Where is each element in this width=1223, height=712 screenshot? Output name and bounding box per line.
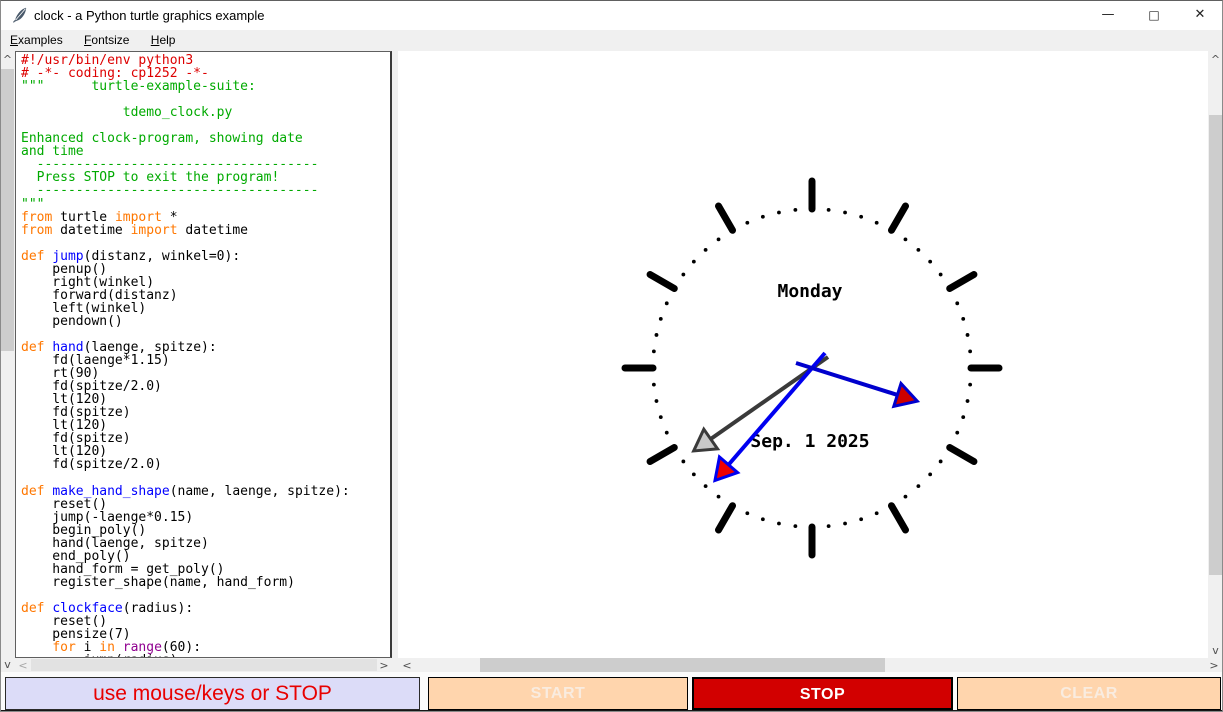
- minute-dot: [703, 484, 708, 489]
- scroll-up-icon[interactable]: ^: [1208, 53, 1223, 66]
- minute-dot: [681, 459, 686, 464]
- menu-examples[interactable]: Examples: [2, 30, 71, 49]
- hour-tick: [946, 444, 978, 465]
- canvas-vscroll-thumb[interactable]: [1209, 115, 1222, 575]
- minute-dot: [760, 214, 765, 219]
- title-bar[interactable]: clock - a Python turtle graphics example…: [0, 0, 1223, 30]
- minute-dot: [955, 301, 960, 306]
- minute-dot: [681, 272, 686, 277]
- minute-dot: [874, 511, 879, 516]
- hour-tick: [888, 202, 909, 234]
- minute-dot: [955, 430, 960, 435]
- minute-dot: [968, 349, 973, 354]
- minute-dot: [651, 382, 656, 387]
- minute-dot: [938, 272, 943, 277]
- minute-dot: [916, 247, 921, 252]
- scroll-down-icon[interactable]: v: [0, 658, 15, 671]
- turtle-canvas[interactable]: Monday Sep. 1 2025: [398, 51, 1208, 658]
- minute-dot: [793, 524, 798, 529]
- scroll-right-icon[interactable]: >: [1208, 659, 1220, 672]
- minute-dot: [859, 214, 864, 219]
- menu-help[interactable]: Help: [143, 30, 184, 49]
- minute-dot: [961, 316, 966, 321]
- scroll-left-icon[interactable]: <: [401, 659, 413, 672]
- clear-button[interactable]: CLEAR: [957, 677, 1221, 710]
- code-hscroll-thumb[interactable]: [31, 659, 377, 671]
- minute-dot: [658, 316, 663, 321]
- minute-dot: [968, 382, 973, 387]
- code-vscrollbar[interactable]: ^ v: [0, 51, 15, 672]
- python-feather-icon: [12, 7, 27, 23]
- hour-tick: [646, 444, 678, 465]
- minute-dot: [965, 333, 970, 337]
- hour-hand-tip: [891, 380, 921, 409]
- code-hscrollbar[interactable]: < >: [15, 658, 392, 672]
- canvas-hscrollbar[interactable]: < >: [398, 658, 1223, 672]
- minute-dot: [760, 517, 765, 522]
- code-text: #!/usr/bin/env python3 # -*- coding: cp12…: [21, 53, 350, 657]
- minute-dot: [826, 524, 831, 529]
- clock-drawing: Monday Sep. 1 2025: [621, 177, 1003, 559]
- minute-dot: [961, 415, 966, 420]
- hour-hand: [795, 361, 898, 397]
- scroll-left-icon[interactable]: <: [17, 659, 29, 672]
- canvas-vscrollbar[interactable]: ^ v: [1208, 51, 1223, 658]
- clock-date-text: Sep. 1 2025: [750, 431, 869, 452]
- status-row: use mouse/keys or STOP START STOP CLEAR: [0, 677, 1223, 710]
- hour-tick: [646, 271, 678, 292]
- clock-day-text: Monday: [777, 281, 842, 302]
- canvas-hscroll-thumb[interactable]: [480, 658, 885, 672]
- maximize-icon[interactable]: □: [1131, 0, 1177, 30]
- minute-dot: [716, 237, 721, 242]
- status-label: use mouse/keys or STOP: [5, 677, 420, 710]
- code-pane[interactable]: #!/usr/bin/env python3 # -*- coding: cp12…: [15, 51, 392, 658]
- menu-bar: Examples Fontsize Help: [0, 30, 1223, 51]
- minute-dot: [691, 472, 696, 477]
- close-icon[interactable]: ✕: [1177, 0, 1223, 30]
- start-button[interactable]: START: [428, 677, 688, 710]
- minute-dot: [843, 521, 847, 526]
- minute-dot: [826, 207, 831, 212]
- minute-dot: [903, 494, 908, 499]
- minute-dot: [793, 207, 798, 212]
- minute-dot: [745, 220, 750, 225]
- minute-dot: [716, 494, 721, 499]
- minute-dot: [651, 349, 656, 354]
- scroll-down-icon[interactable]: v: [1208, 644, 1223, 657]
- menu-fontsize[interactable]: Fontsize: [76, 30, 137, 49]
- minute-dot: [664, 430, 669, 435]
- minute-dot: [928, 259, 933, 264]
- minute-dot: [859, 517, 864, 522]
- minute-dot: [777, 210, 781, 215]
- minute-dot: [654, 399, 659, 403]
- minute-dot: [658, 415, 663, 420]
- hour-tick: [888, 502, 909, 534]
- window-title: clock - a Python turtle graphics example: [34, 8, 265, 23]
- minute-dot: [916, 484, 921, 489]
- minute-dot: [874, 220, 879, 225]
- minute-dot: [691, 259, 696, 264]
- second-hand-tip: [691, 426, 721, 453]
- minute-dot: [928, 472, 933, 477]
- minute-dot: [664, 301, 669, 306]
- minute-dot: [777, 521, 781, 526]
- scroll-up-icon[interactable]: ^: [0, 53, 15, 66]
- hour-tick: [715, 502, 736, 534]
- minute-dot: [965, 399, 970, 403]
- minute-dot: [745, 511, 750, 516]
- stop-button[interactable]: STOP: [692, 677, 953, 710]
- minute-dot: [843, 210, 847, 215]
- hour-tick: [946, 271, 978, 292]
- minute-dot: [903, 237, 908, 242]
- scroll-right-icon[interactable]: >: [378, 659, 390, 672]
- hour-tick: [715, 202, 736, 234]
- minute-dot: [654, 333, 659, 337]
- minute-dot: [938, 459, 943, 464]
- minimize-icon[interactable]: —: [1085, 0, 1131, 30]
- code-vscroll-thumb[interactable]: [1, 69, 14, 351]
- minute-dot: [703, 247, 708, 252]
